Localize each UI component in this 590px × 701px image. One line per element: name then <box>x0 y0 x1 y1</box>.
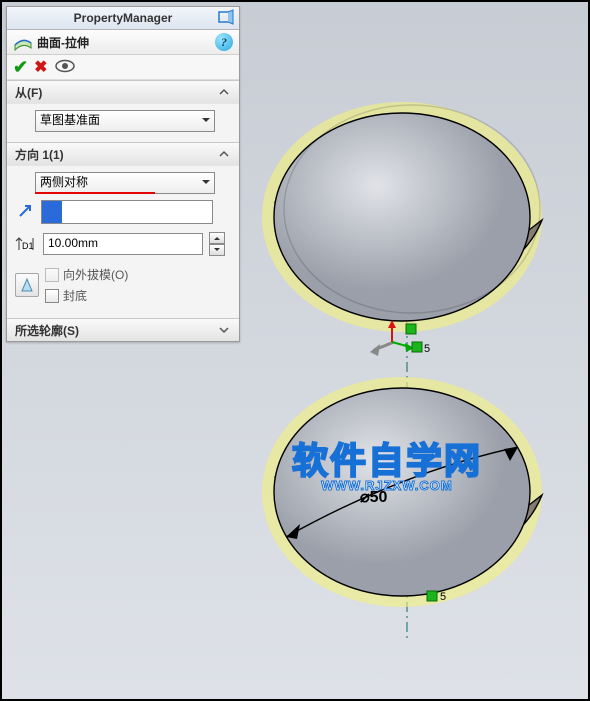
cap-end-label: 封底 <box>63 287 87 304</box>
draft-outward-checkbox <box>45 268 59 282</box>
depth-field[interactable]: 10.00mm <box>43 233 203 255</box>
draft-outward-row: 向外拔模(O) <box>45 266 128 283</box>
action-row: ✔ ✖ <box>7 55 239 80</box>
end-condition-value: 两侧对称 <box>40 175 88 189</box>
reverse-direction-button[interactable] <box>15 202 35 222</box>
help-icon[interactable]: ? <box>215 33 233 51</box>
section-direction1: 方向 1(1) 两侧对称 <box>7 142 239 318</box>
section-selected-contours: 所选轮廓(S) <box>7 318 239 341</box>
chevron-down-icon <box>217 323 231 337</box>
depth-spinner[interactable] <box>209 232 225 256</box>
watermark: 软件自学网 WWW.RJZXW.COM <box>292 432 482 493</box>
cap-end-row[interactable]: 封底 <box>45 287 128 304</box>
pm-header: PropertyManager <box>7 7 239 30</box>
preview-icon[interactable] <box>54 58 76 77</box>
handle-label-1: 5 <box>424 343 430 355</box>
depth-value: 10.00mm <box>48 236 98 250</box>
spinner-up[interactable] <box>209 232 225 244</box>
viewport-3d[interactable]: ⌀50 5 5 <box>242 2 588 699</box>
from-dropdown[interactable]: 草图基准面 <box>35 110 215 132</box>
depth-icon: D1 <box>15 234 37 254</box>
cap-end-checkbox[interactable] <box>45 289 59 303</box>
feature-title-row: 曲面-拉伸 ? <box>7 30 239 55</box>
cancel-button[interactable]: ✖ <box>34 57 47 77</box>
section-from: 从(F) 草图基准面 <box>7 80 239 142</box>
surface-extrude-icon <box>11 32 35 52</box>
property-manager-panel: PropertyManager 曲面-拉伸 ? ✔ ✖ 从(F) <box>6 6 240 342</box>
from-option: 草图基准面 <box>40 113 100 127</box>
direction-reference-field[interactable] <box>41 200 213 224</box>
selection-handle-bottom[interactable]: 5 <box>427 591 446 603</box>
svg-text:D1: D1 <box>22 241 34 251</box>
direction1-label: 方向 1(1) <box>15 146 64 163</box>
from-label: 从(F) <box>15 84 42 101</box>
handle-label-2: 5 <box>440 591 446 603</box>
draft-on-off-button[interactable] <box>15 273 39 297</box>
pin-icon[interactable] <box>217 9 235 27</box>
selected-contours-label: 所选轮廓(S) <box>15 322 79 339</box>
chevron-up-icon <box>217 85 231 99</box>
red-underline-annotation <box>35 192 155 194</box>
ok-button[interactable]: ✔ <box>13 57 28 78</box>
section-selected-contours-header[interactable]: 所选轮廓(S) <box>7 319 239 341</box>
section-from-header[interactable]: 从(F) <box>7 81 239 103</box>
watermark-text: 软件自学网 <box>292 432 482 484</box>
pm-title: PropertyManager <box>74 11 173 25</box>
section-direction1-header[interactable]: 方向 1(1) <box>7 143 239 165</box>
spinner-down[interactable] <box>209 244 225 256</box>
end-condition-dropdown[interactable]: 两侧对称 <box>35 172 215 194</box>
draft-outward-label: 向外拔模(O) <box>63 266 128 283</box>
chevron-up-icon <box>217 147 231 161</box>
feature-title: 曲面-拉伸 <box>37 34 89 51</box>
